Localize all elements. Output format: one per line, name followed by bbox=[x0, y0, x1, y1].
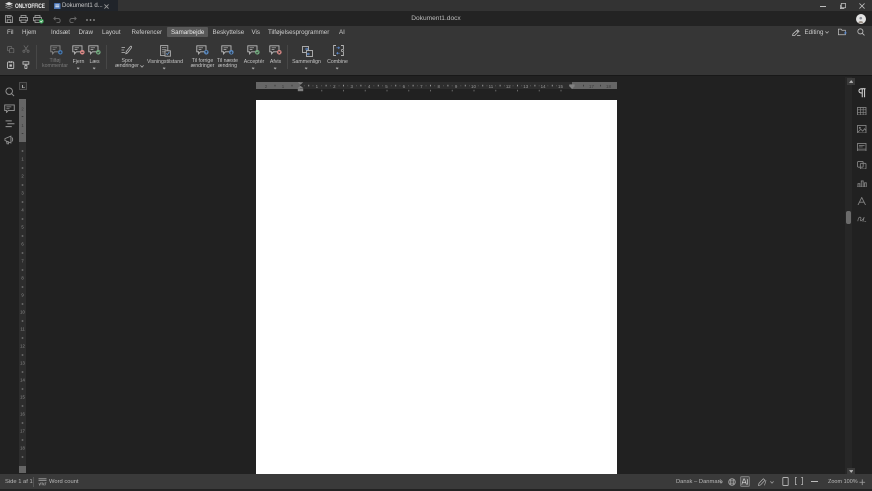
svg-text:15: 15 bbox=[558, 84, 563, 89]
svg-text:2: 2 bbox=[333, 84, 336, 89]
svg-text:15: 15 bbox=[20, 395, 25, 400]
svg-text:5: 5 bbox=[385, 84, 388, 89]
svg-text:5: 5 bbox=[21, 225, 24, 230]
svg-text:10: 10 bbox=[471, 84, 476, 89]
svg-text:13: 13 bbox=[20, 361, 25, 366]
svg-text:8: 8 bbox=[21, 276, 24, 281]
svg-text:6: 6 bbox=[403, 84, 406, 89]
svg-text:12: 12 bbox=[506, 84, 511, 89]
svg-text:1: 1 bbox=[316, 84, 319, 89]
svg-text:8: 8 bbox=[437, 84, 440, 89]
svg-text:14: 14 bbox=[20, 378, 25, 383]
svg-text:9: 9 bbox=[21, 293, 24, 298]
svg-text:9: 9 bbox=[455, 84, 458, 89]
svg-text:12: 12 bbox=[20, 344, 25, 349]
svg-text:7: 7 bbox=[420, 84, 423, 89]
svg-text:18: 18 bbox=[606, 84, 611, 89]
svg-text:6: 6 bbox=[21, 242, 24, 247]
svg-text:17: 17 bbox=[20, 429, 25, 434]
svg-text:16: 16 bbox=[20, 412, 25, 417]
svg-text:2: 2 bbox=[265, 84, 268, 89]
svg-text:11: 11 bbox=[20, 327, 25, 332]
svg-text:3: 3 bbox=[350, 84, 353, 89]
svg-text:1: 1 bbox=[21, 157, 24, 162]
svg-text:4: 4 bbox=[21, 208, 24, 213]
svg-text:18: 18 bbox=[20, 446, 25, 451]
svg-text:17: 17 bbox=[589, 84, 594, 89]
svg-text:1: 1 bbox=[21, 123, 24, 128]
svg-text:11: 11 bbox=[489, 84, 494, 89]
svg-text:3: 3 bbox=[21, 191, 24, 196]
svg-text:2: 2 bbox=[21, 174, 24, 179]
svg-text:14: 14 bbox=[541, 84, 546, 89]
svg-text:7: 7 bbox=[21, 259, 24, 264]
svg-text:13: 13 bbox=[523, 84, 528, 89]
svg-text:10: 10 bbox=[20, 310, 25, 315]
svg-text:2: 2 bbox=[21, 107, 24, 112]
svg-text:4: 4 bbox=[368, 84, 371, 89]
svg-text:1: 1 bbox=[282, 84, 285, 89]
